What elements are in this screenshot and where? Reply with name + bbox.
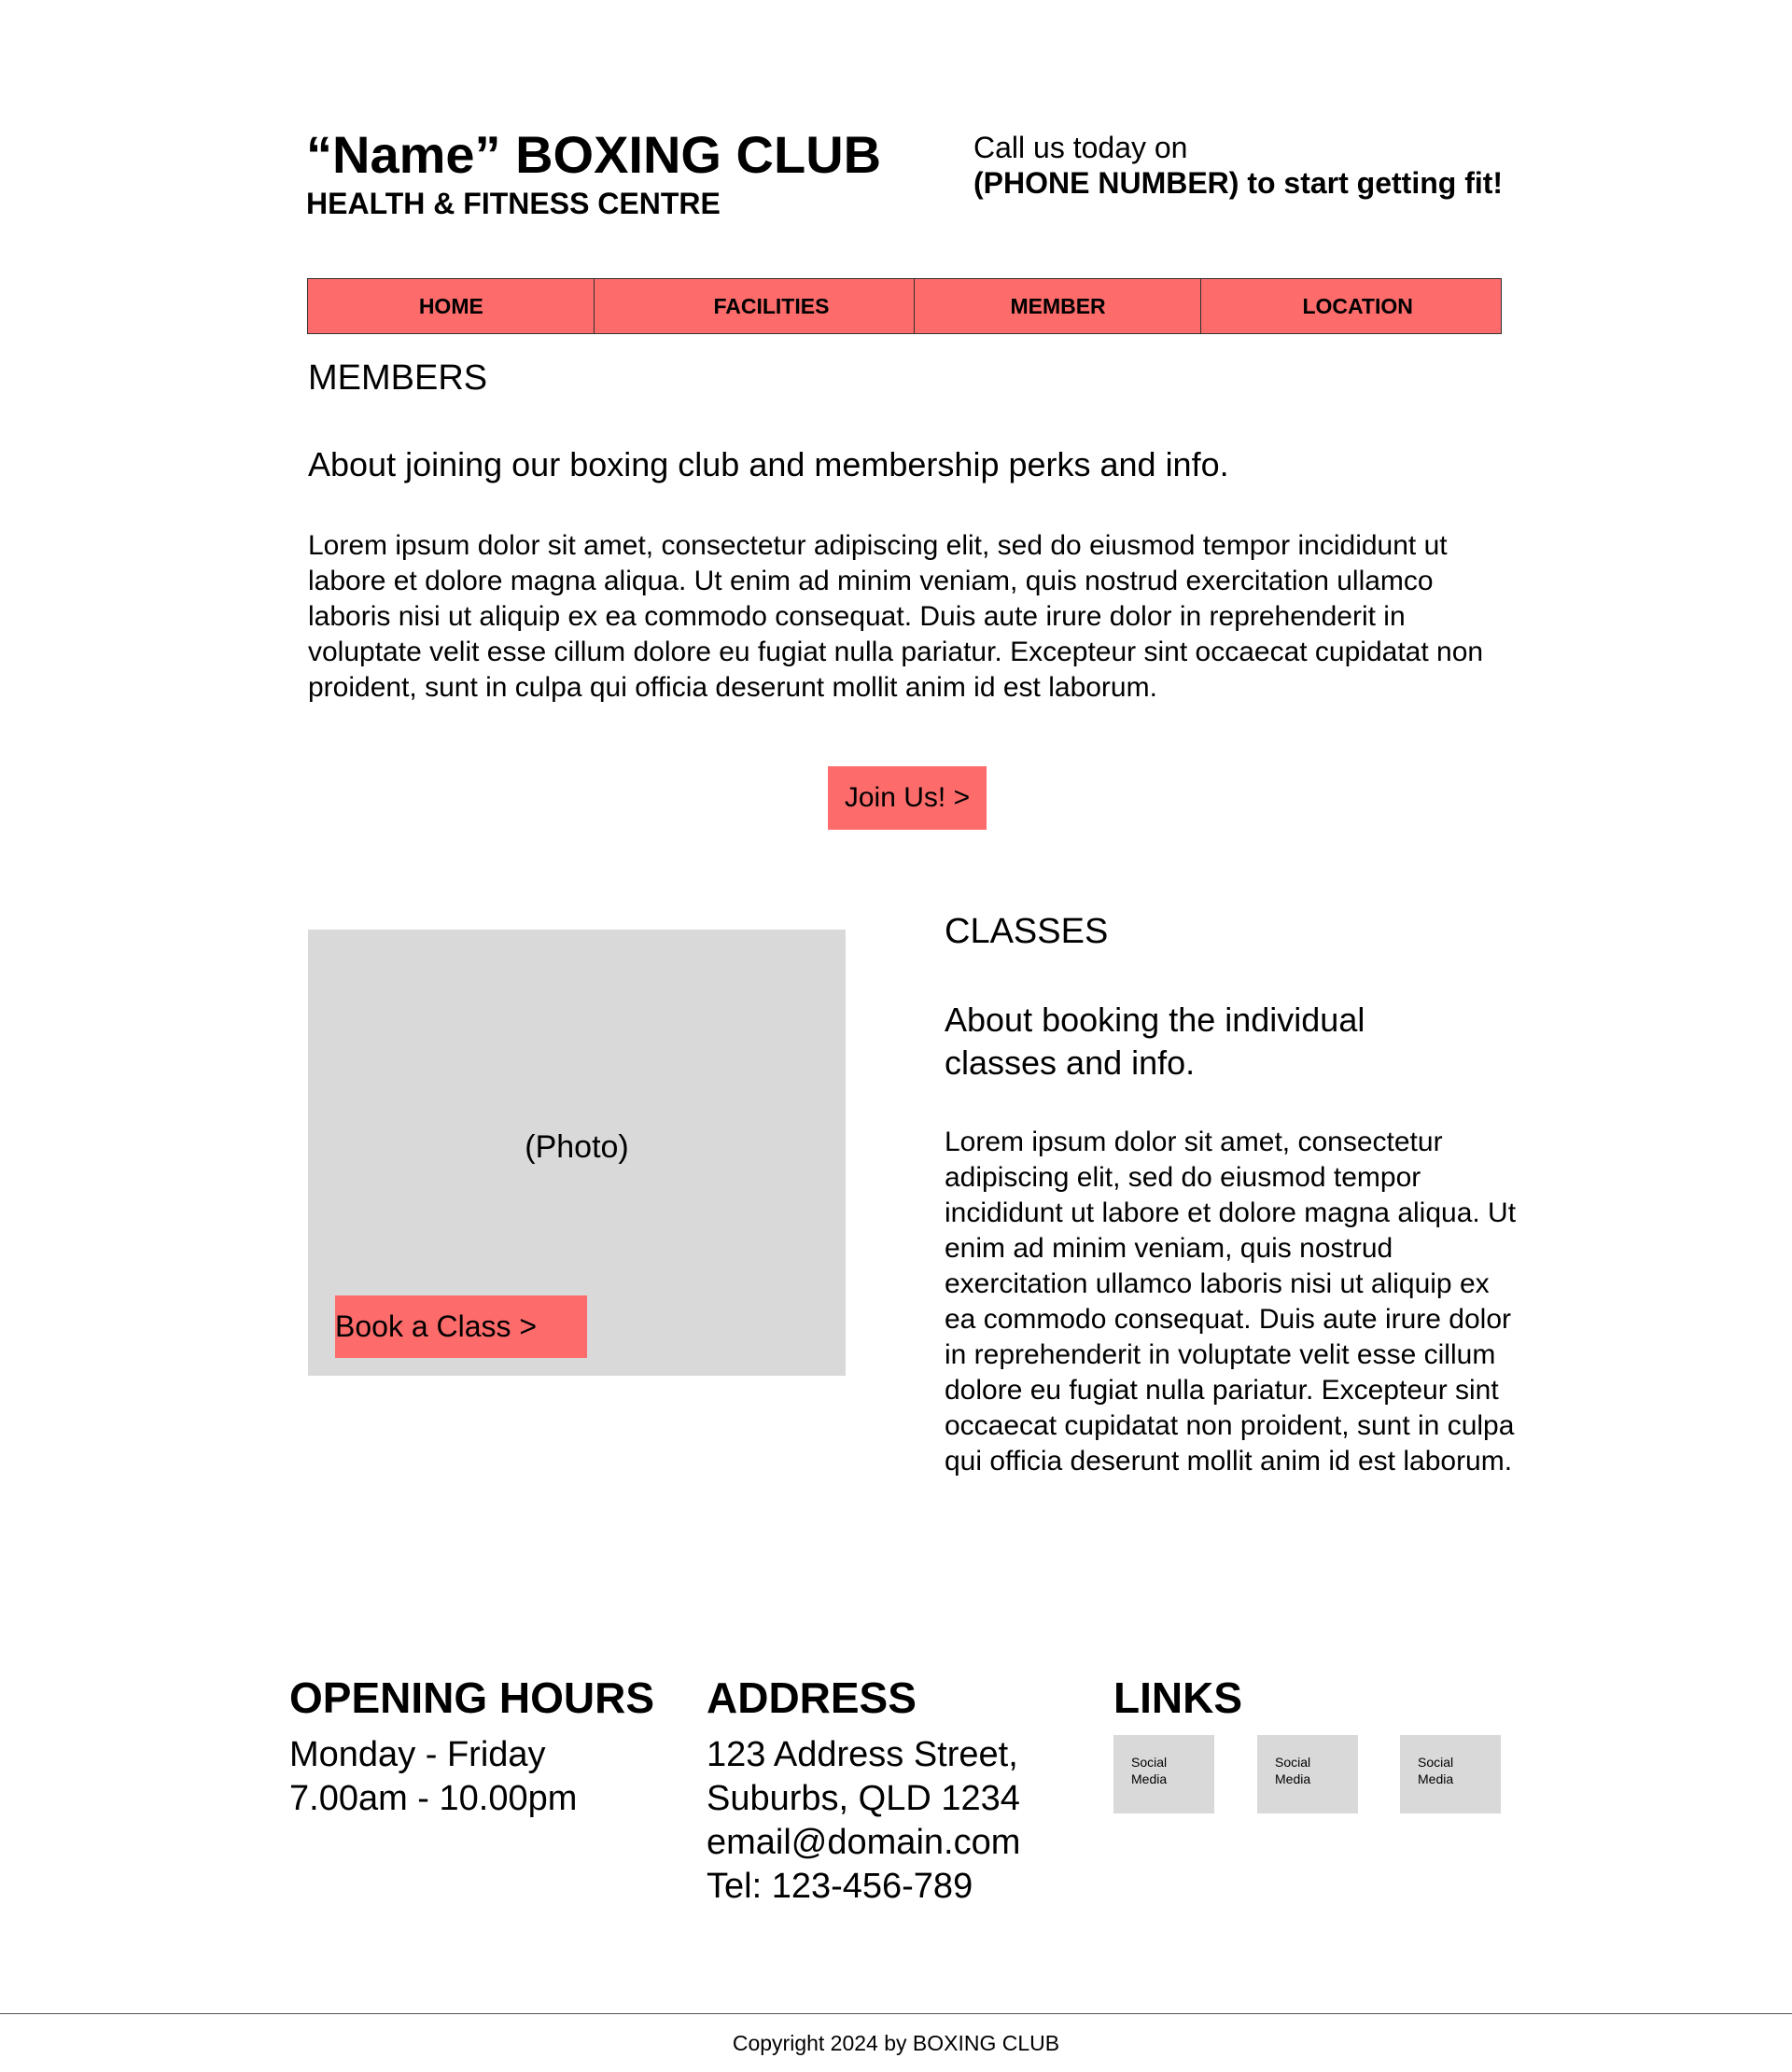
nav-item-location[interactable]: LOCATION — [1200, 278, 1502, 334]
social-media-link-3[interactable]: Social Media — [1400, 1735, 1501, 1813]
footer-divider — [0, 2013, 1792, 2014]
classes-body-text: Lorem ipsum dolor sit amet, consectetur … — [945, 1127, 1517, 1477]
call-us-text: Call us today on — [973, 131, 1188, 164]
site-subtitle: HEALTH & FITNESS CENTRE — [306, 187, 721, 220]
main-nav: HOME FACILITIES MEMBER LOCATION — [307, 278, 1502, 334]
classes-heading: CLASSES — [945, 912, 1109, 951]
address-street: 123 Address Street, — [707, 1735, 1018, 1774]
address-email-link[interactable]: email@domain.com — [707, 1821, 1020, 1865]
address-text: 123 Address Street, Suburbs, QLD 1234 em… — [707, 1733, 1020, 1909]
classes-subheading: About booking the individual classes and… — [945, 1001, 1365, 1082]
photo-label: (Photo) — [525, 1129, 629, 1165]
address-title: ADDRESS — [707, 1673, 917, 1722]
links-title: LINKS — [1113, 1673, 1242, 1722]
opening-times: 7.00am - 10.00pm — [289, 1779, 578, 1818]
social-media-link-2[interactable]: Social Media — [1257, 1735, 1358, 1813]
members-subheading: About joining our boxing club and member… — [308, 445, 1229, 483]
class-photo-placeholder: (Photo) Book a Class > — [308, 930, 846, 1376]
join-us-button[interactable]: Join Us! > — [828, 766, 987, 830]
nav-item-facilities[interactable]: FACILITIES — [594, 278, 916, 334]
address-phone: Tel: 123-456-789 — [707, 1867, 973, 1906]
opening-hours-text: Monday - Friday 7.00am - 10.00pm — [289, 1733, 577, 1821]
opening-days: Monday - Friday — [289, 1735, 546, 1774]
members-heading: MEMBERS — [308, 358, 488, 398]
social-media-label: Social Media — [1131, 1755, 1168, 1786]
nav-item-member[interactable]: MEMBER — [914, 278, 1202, 334]
members-body-text: Lorem ipsum dolor sit amet, consectetur … — [308, 530, 1484, 703]
phone-number-text: (PHONE NUMBER) to start getting fit! — [973, 166, 1504, 200]
opening-hours-title: OPENING HOURS — [289, 1673, 655, 1722]
book-a-class-button[interactable]: Book a Class > — [335, 1295, 587, 1358]
social-media-label: Social Media — [1275, 1755, 1311, 1786]
social-media-label: Social Media — [1418, 1755, 1454, 1786]
nav-item-home[interactable]: HOME — [307, 278, 595, 334]
site-title: “Name” BOXING CLUB — [306, 125, 882, 184]
address-suburb: Suburbs, QLD 1234 — [707, 1779, 1020, 1818]
copyright-text: Copyright 2024 by BOXING CLUB — [732, 2031, 1060, 2055]
social-media-link-1[interactable]: Social Media — [1113, 1735, 1214, 1813]
